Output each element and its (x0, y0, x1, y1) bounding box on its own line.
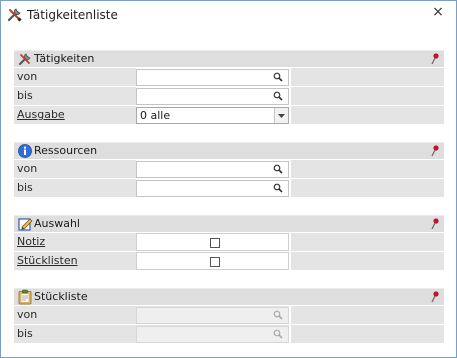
taetigkeiten-bis-input[interactable] (136, 88, 289, 105)
row-filler (291, 233, 444, 251)
section-title: Auswahl (34, 217, 80, 230)
ausgabe-dropdown-button[interactable] (274, 108, 288, 123)
cell-von (136, 160, 289, 178)
label-von: von (14, 160, 136, 178)
title-bar: Tätigkeitenliste × (1, 1, 456, 29)
search-icon[interactable] (273, 72, 283, 82)
cell-bis (136, 179, 289, 197)
ausgabe-value: 0 alle (140, 109, 171, 122)
label-stuecklisten: Stücklisten (14, 252, 136, 270)
label-von: von (14, 306, 136, 324)
ressourcen-von-input[interactable] (136, 161, 289, 178)
section-header-stueckliste[interactable]: Stückliste (14, 288, 444, 305)
row-ausgabe: Ausgabe 0 alle (14, 106, 444, 124)
edit-icon (18, 218, 33, 231)
close-button[interactable]: × (424, 3, 452, 21)
section-header-auswahl[interactable]: Auswahl (14, 215, 444, 232)
label-ausgabe-text: Ausgabe (17, 108, 65, 121)
dialog-window: Tätigkeitenliste × Tätigkeiten von bis A… (0, 0, 457, 358)
cell-ausgabe: 0 alle (136, 106, 289, 124)
row-filler (291, 325, 444, 343)
row-notiz: Notiz (14, 233, 444, 251)
section-title: Ressourcen (34, 144, 98, 157)
section-ressourcen: Ressourcen von bis (14, 142, 444, 197)
cell-von (136, 306, 289, 324)
stueckliste-von-input (136, 307, 289, 324)
row-stueckliste-von: von (14, 306, 444, 324)
row-filler (291, 106, 444, 124)
cell-stuecklisten (136, 252, 289, 270)
search-icon (273, 310, 283, 320)
section-auswahl: Auswahl Notiz Stücklisten (14, 215, 444, 270)
chevron-down-icon (278, 114, 285, 118)
section-title: Stückliste (34, 290, 88, 303)
row-filler (291, 160, 444, 178)
form-content: Tätigkeiten von bis Ausgabe 0 alle Resso… (14, 50, 444, 343)
section-taetigkeiten: Tätigkeiten von bis Ausgabe 0 alle (14, 50, 444, 124)
section-header-ressourcen[interactable]: Ressourcen (14, 142, 444, 159)
cell-notiz (136, 233, 289, 251)
search-icon (273, 329, 283, 339)
stueckliste-bis-input (136, 326, 289, 343)
label-bis: bis (14, 87, 136, 105)
section-stueckliste: Stückliste von bis (14, 288, 444, 343)
search-icon[interactable] (273, 91, 283, 101)
pin-icon[interactable] (429, 144, 441, 158)
section-title: Tätigkeiten (34, 52, 95, 65)
cell-von (136, 68, 289, 86)
notiz-checkbox[interactable] (210, 238, 220, 248)
ressourcen-bis-input[interactable] (136, 180, 289, 197)
row-ressourcen-bis: bis (14, 179, 444, 197)
row-filler (291, 68, 444, 86)
info-icon (18, 144, 32, 158)
row-stueckliste-bis: bis (14, 325, 444, 343)
label-bis: bis (14, 179, 136, 197)
label-stuecklisten-text: Stücklisten (17, 254, 78, 267)
search-icon[interactable] (273, 183, 283, 193)
label-notiz-text: Notiz (17, 235, 46, 248)
cell-bis (136, 325, 289, 343)
pin-icon[interactable] (429, 217, 441, 231)
tools-icon (19, 53, 31, 65)
ausgabe-select[interactable]: 0 alle (136, 107, 289, 124)
row-filler (291, 306, 444, 324)
pin-icon[interactable] (429, 52, 441, 66)
stuecklisten-checkbox[interactable] (210, 257, 220, 267)
label-notiz: Notiz (14, 233, 136, 251)
label-ausgabe: Ausgabe (14, 106, 136, 124)
label-von: von (14, 68, 136, 86)
search-icon[interactable] (273, 164, 283, 174)
row-taetigkeiten-von: von (14, 68, 444, 86)
row-stuecklisten: Stücklisten (14, 252, 444, 270)
clipboard-icon (18, 289, 32, 305)
row-filler (291, 252, 444, 270)
row-filler (291, 87, 444, 105)
row-ressourcen-von: von (14, 160, 444, 178)
window-title: Tätigkeitenliste (27, 8, 118, 22)
cell-bis (136, 87, 289, 105)
tools-icon (7, 8, 22, 22)
label-bis: bis (14, 325, 136, 343)
taetigkeiten-von-input[interactable] (136, 69, 289, 86)
close-icon: × (432, 4, 444, 20)
pin-icon[interactable] (429, 290, 441, 304)
row-filler (291, 179, 444, 197)
section-header-taetigkeiten[interactable]: Tätigkeiten (14, 50, 444, 67)
row-taetigkeiten-bis: bis (14, 87, 444, 105)
